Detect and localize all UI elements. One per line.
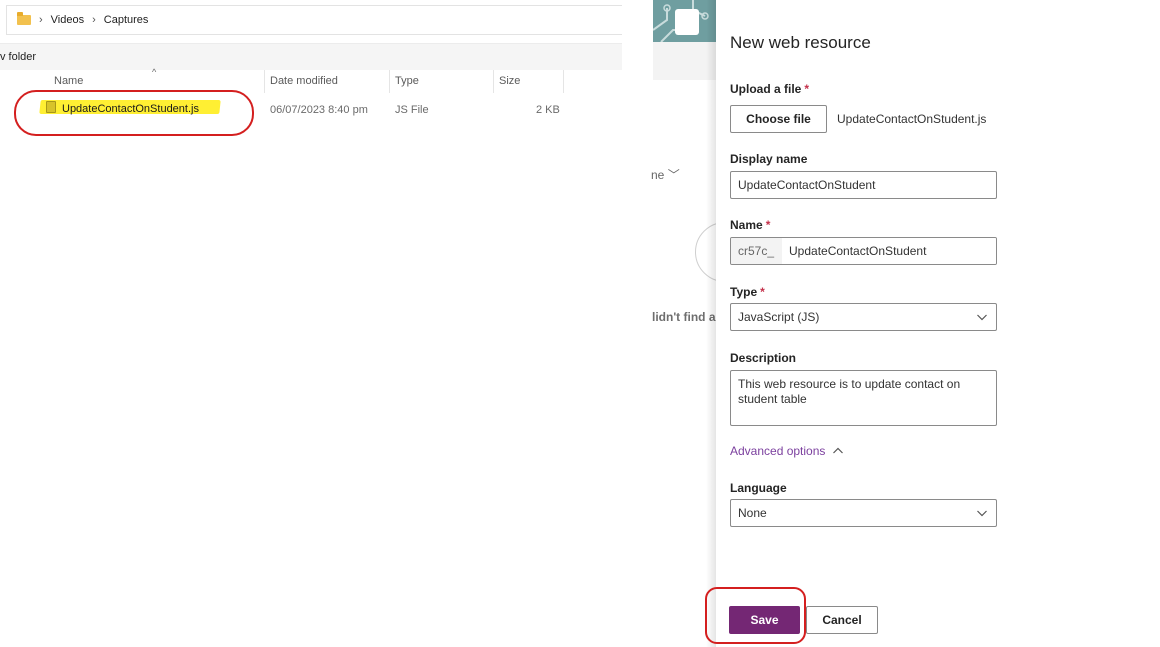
file-date-modified: 06/07/2023 8:40 pm [270,104,368,116]
advanced-options-label: Advanced options [730,444,826,458]
file-explorer: › Videos › Captures v folder ^ Name Date… [0,0,622,647]
description-textarea[interactable]: This web resource is to update contact o… [730,370,997,426]
type-selected-value: JavaScript (JS) [738,310,820,324]
upload-file-label: Upload a file * [730,82,809,96]
chevron-down-icon [977,314,987,321]
file-type: JS File [395,104,429,116]
breadcrumb-captures[interactable]: Captures [104,14,149,26]
filter-dropdown[interactable]: ne ﹀ [651,166,680,183]
breadcrumb-videos[interactable]: Videos [51,14,84,26]
name-label: Name * [730,218,770,232]
display-name-label: Display name [730,152,808,166]
chevron-up-icon [833,447,844,454]
address-bar[interactable]: › Videos › Captures [6,5,622,35]
description-label: Description [730,351,797,365]
chevron-down-icon: ﹀ [667,168,680,182]
cancel-button[interactable]: Cancel [806,606,878,634]
language-label: Language [730,481,787,495]
language-selected-value: None [738,506,767,520]
sort-ascending-icon: ^ [152,67,157,77]
column-divider[interactable] [389,70,390,93]
red-annotation-circle [14,90,254,136]
filter-label: ne [651,168,665,182]
column-divider[interactable] [563,70,564,93]
column-divider[interactable] [493,70,494,93]
column-type[interactable]: Type [395,75,419,87]
publisher-prefix: cr57c_ [731,238,782,264]
file-size: 2 KB [536,104,560,116]
type-dropdown[interactable]: JavaScript (JS) [730,303,997,331]
panel-shadow [706,0,716,647]
new-web-resource-panel: New web resource Upload a file * Choose f… [716,0,1160,647]
folder-icon [17,12,31,25]
choose-file-button[interactable]: Choose file [730,105,827,133]
new-folder-button[interactable]: v folder [0,51,36,63]
column-date-modified[interactable]: Date modified [270,75,338,87]
chosen-file-name: UpdateContactOnStudent.js [837,112,987,126]
type-label-text: Type [730,285,758,299]
required-marker: * [804,82,810,96]
language-dropdown[interactable]: None [730,499,997,527]
required-marker: * [760,285,765,299]
chevron-right-icon: › [92,14,96,26]
name-input[interactable] [782,238,996,264]
red-annotation-box [705,587,806,644]
advanced-options-toggle[interactable]: Advanced options [730,444,844,458]
type-label: Type * [730,285,765,299]
column-divider[interactable] [264,70,265,93]
required-marker: * [765,218,771,232]
column-name[interactable]: Name [54,75,83,87]
name-label-text: Name [730,218,763,232]
panel-title: New web resource [730,33,871,52]
chevron-right-icon: › [39,14,43,26]
display-name-input[interactable] [730,171,997,199]
chevron-down-icon [977,510,987,517]
banner-card [675,9,699,35]
name-field-group: cr57c_ [730,237,997,265]
command-bar: v folder [0,43,622,70]
upload-label-text: Upload a file [730,82,802,96]
column-size[interactable]: Size [499,75,520,87]
